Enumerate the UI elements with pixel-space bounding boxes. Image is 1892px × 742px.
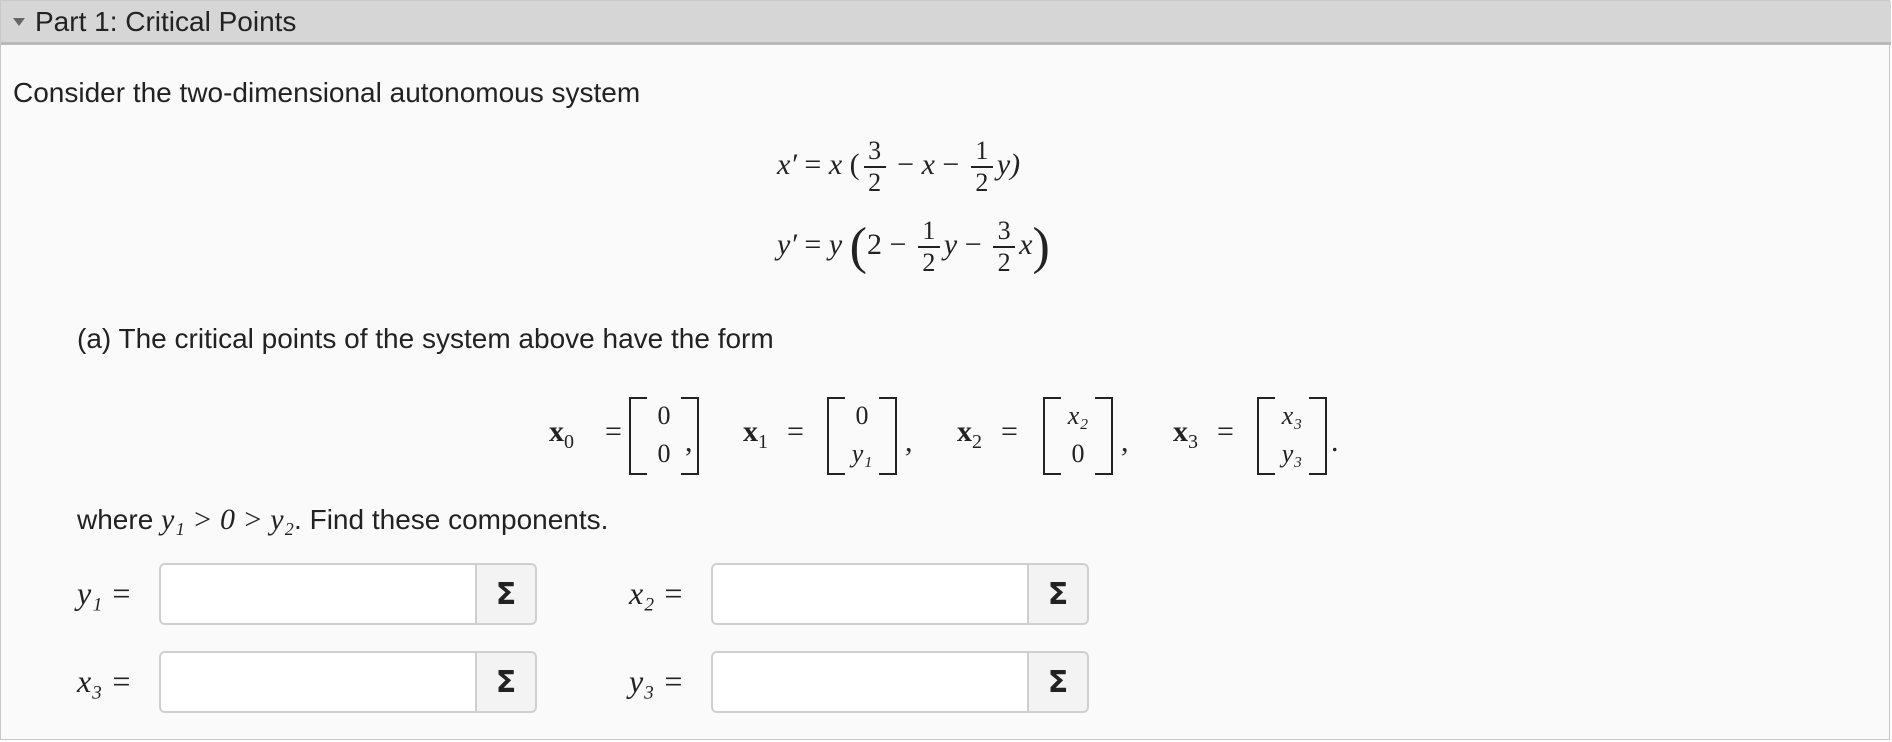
x2-equation-editor-button[interactable]: Σ — [1027, 565, 1087, 623]
vector-x1: x1 = 0 y₁ — [743, 393, 913, 483]
where-text: where y₁ > 0 > y₂. Find these components… — [77, 503, 609, 536]
section-title: Part 1: Critical Points — [35, 5, 297, 37]
x2-input[interactable] — [713, 565, 1029, 623]
y3-input[interactable] — [713, 653, 1029, 711]
y3-field: Σ — [711, 651, 1089, 713]
y1-equation-editor-button[interactable]: Σ — [475, 565, 535, 623]
vector-x0: x0 = 0 0 — [549, 393, 699, 483]
equation-x-prime: x′ = x (3 2 − x − 1 2 y) — [777, 136, 1021, 197]
x2-label: x₂ = — [629, 575, 684, 611]
intro-text: Consider the two-dimensional autonomous … — [13, 77, 641, 108]
question-panel: Part 1: Critical Points Consider the two… — [0, 0, 1891, 740]
x3-input[interactable] — [161, 653, 477, 711]
y3-equation-editor-button[interactable]: Σ — [1027, 653, 1087, 711]
y1-input[interactable] — [161, 565, 477, 623]
question-a-text: (a) The critical points of the system ab… — [77, 323, 774, 354]
x3-label: x₃ = — [77, 663, 132, 699]
y1-label: y₁ = — [77, 575, 132, 611]
section-header[interactable]: Part 1: Critical Points — [1, 1, 1891, 45]
vector-x3: x3 = x₃ y₃ — [1173, 393, 1343, 483]
equation-y-prime: y′ = y (2 − 12y − 3 2 x) — [777, 216, 1050, 277]
collapse-caret-icon[interactable] — [13, 17, 25, 26]
x2-field: Σ — [711, 563, 1089, 625]
x3-field: Σ — [159, 651, 537, 713]
y1-field: Σ — [159, 563, 537, 625]
y3-label: y₃ = — [629, 663, 684, 699]
x3-equation-editor-button[interactable]: Σ — [475, 653, 535, 711]
vector-x2: x2 = x₂ 0 — [957, 393, 1127, 483]
